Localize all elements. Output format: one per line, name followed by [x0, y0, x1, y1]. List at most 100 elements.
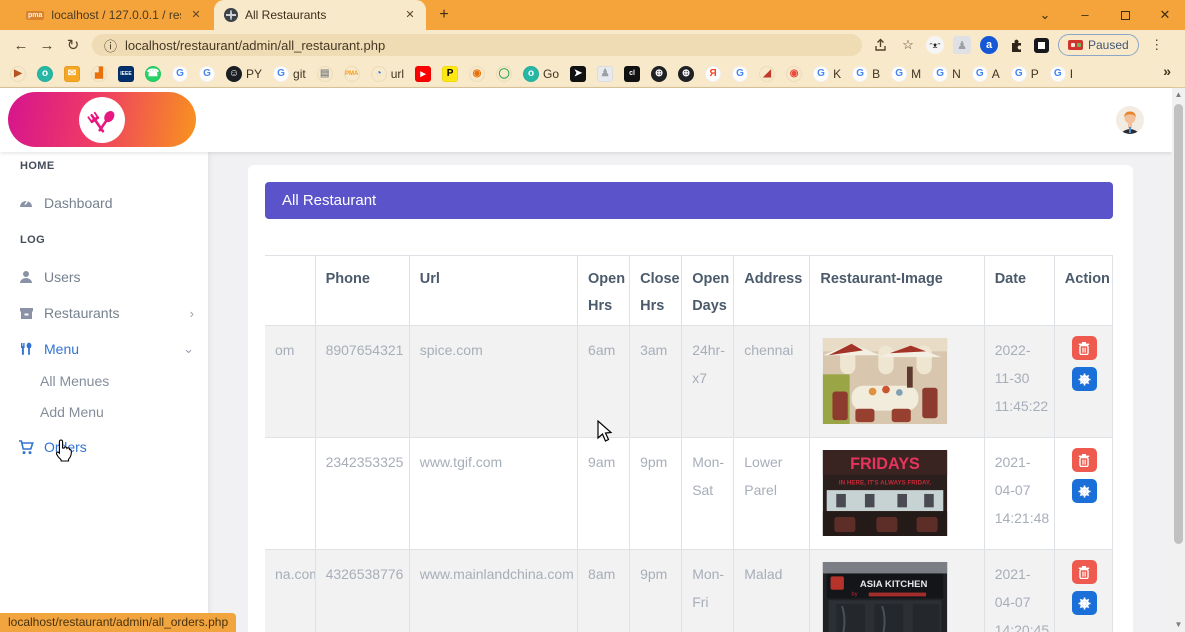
sidebar-item-dashboard[interactable]: Dashboard — [0, 188, 208, 218]
profile-avatar-icon[interactable] — [1034, 38, 1049, 53]
bookmark-item[interactable]: Я — [705, 66, 721, 82]
sidebar-item-orders[interactable]: Orders — [0, 432, 208, 462]
tab-all-restaurants[interactable]: All Restaurants ✕ — [214, 0, 426, 30]
bookmark-star-icon[interactable]: ☆ — [899, 36, 917, 54]
site-header — [0, 88, 1172, 152]
extensions-puzzle-icon[interactable] — [1007, 36, 1025, 54]
bookmark-item[interactable]: ▟ — [91, 66, 107, 82]
cell-email-fragment: om — [265, 326, 315, 438]
bookmark-item[interactable]: GM — [891, 66, 921, 82]
bookmark-item[interactable]: G — [732, 66, 748, 82]
col-close-hrs: Close Hrs — [630, 256, 682, 326]
bookmark-item[interactable]: ✉ — [64, 66, 80, 82]
bookmark-item[interactable]: cl — [624, 66, 640, 82]
bookmark-item[interactable]: o — [37, 66, 53, 82]
settings-button[interactable] — [1072, 591, 1097, 615]
scroll-down-icon[interactable]: ▼ — [1172, 618, 1185, 632]
cell-image: FRIDAYS IN HERE, IT'S ALWAYS FRIDAY. — [810, 438, 984, 550]
restaurants-table: Phone Url Open Hrs Close Hrs Open Days A… — [265, 255, 1113, 632]
paused-label: Paused — [1088, 38, 1129, 52]
tab-search-icon[interactable]: ⌄ — [1028, 0, 1062, 30]
reload-button[interactable]: ↻ — [60, 36, 86, 54]
col-image: Restaurant-Image — [810, 256, 984, 326]
bookmark-item[interactable]: ◉ — [786, 66, 802, 82]
cell-phone: 2342353325 — [315, 438, 409, 550]
bookmark-item[interactable]: GP — [1011, 66, 1039, 82]
bookmark-icon: ☎ — [145, 66, 161, 82]
sidebar-item-menu[interactable]: Menu ⌄ — [0, 334, 208, 364]
bookmark-item[interactable]: ♟ — [597, 66, 613, 82]
tab-phpmyadmin[interactable]: pma localhost / 127.0.0.1 / rest / admi … — [16, 0, 212, 30]
bookmark-item[interactable]: ⊕ — [678, 66, 694, 82]
menu-kebab-icon[interactable]: ⋮ — [1148, 36, 1166, 54]
delete-button[interactable] — [1072, 560, 1097, 584]
bookmark-item[interactable]: ☺PY — [226, 66, 262, 82]
tab-close-icon[interactable]: ✕ — [402, 7, 418, 23]
restaurant-logo[interactable] — [8, 92, 196, 147]
share-icon[interactable] — [872, 36, 890, 54]
store-icon — [18, 305, 34, 321]
address-bar[interactable]: ⓘ localhost/restaurant/admin/all_restaur… — [92, 34, 862, 56]
person-extension-icon[interactable]: ♟ — [953, 36, 971, 54]
sidebar-item-add-menu[interactable]: Add Menu — [0, 397, 208, 427]
sidebar-item-label: Menu — [44, 341, 79, 357]
bookmark-icon: ◔ — [371, 66, 387, 82]
delete-button[interactable] — [1072, 336, 1097, 360]
maximize-button[interactable] — [1108, 0, 1142, 30]
tab-close-icon[interactable]: ✕ — [188, 7, 204, 23]
bookmark-item[interactable]: oGo — [523, 66, 559, 82]
bookmark-item[interactable]: ▶ — [415, 66, 431, 82]
scroll-up-icon[interactable]: ▲ — [1172, 88, 1185, 102]
bookmark-item[interactable]: G — [172, 66, 188, 82]
bookmark-item[interactable]: Ggit — [273, 66, 306, 82]
page-title: All Restaurant — [265, 182, 1113, 219]
sidebar-item-all-menues[interactable]: All Menues — [0, 366, 208, 396]
puzzle-icon-svg — [1009, 38, 1024, 53]
bookmark-item[interactable]: ➤ — [570, 66, 586, 82]
bookmark-label: B — [872, 67, 880, 81]
back-button[interactable]: ← — [8, 37, 34, 54]
bookmark-item[interactable]: GB — [852, 66, 880, 82]
sidebar-section-home: HOME — [20, 160, 55, 172]
scrollbar-thumb[interactable] — [1174, 104, 1183, 544]
sidebar-item-restaurants[interactable]: Restaurants › — [0, 298, 208, 328]
bookmark-item[interactable]: ◉ — [469, 66, 485, 82]
bookmark-label: url — [391, 67, 404, 81]
bookmark-item[interactable]: G — [199, 66, 215, 82]
a-extension-icon[interactable]: a — [980, 36, 998, 54]
bookmark-label: git — [293, 67, 306, 81]
bookmark-item[interactable]: GA — [972, 66, 1000, 82]
paused-extension-button[interactable]: Paused — [1058, 34, 1139, 56]
bookmarks-overflow-icon[interactable]: » — [1163, 63, 1171, 79]
bookmark-item[interactable]: ⊕ — [651, 66, 667, 82]
delete-button[interactable] — [1072, 448, 1097, 472]
settings-button[interactable] — [1072, 367, 1097, 391]
close-window-button[interactable]: ✕ — [1148, 0, 1182, 30]
bookmark-item[interactable]: ☎ — [145, 66, 161, 82]
svg-text:by: by — [852, 591, 858, 597]
panda-extension-icon[interactable]: ᵔᴥᵔ — [926, 36, 944, 54]
bookmark-item[interactable]: ◔ url — [371, 66, 404, 82]
bookmark-item[interactable]: GI — [1050, 66, 1073, 82]
cell-days: Mon-Sat — [682, 438, 734, 550]
cell-close: 9pm — [630, 438, 682, 550]
bookmark-item[interactable]: P — [442, 66, 458, 82]
bookmark-item[interactable]: GN — [932, 66, 961, 82]
bookmark-item[interactable]: ▤ — [317, 66, 333, 82]
bookmark-item[interactable]: ◢ — [759, 66, 775, 82]
user-avatar[interactable] — [1116, 106, 1144, 134]
minimize-button[interactable]: – — [1068, 0, 1102, 30]
bookmark-item[interactable]: ◯ — [496, 66, 512, 82]
page-scrollbar[interactable]: ▲ ▼ — [1172, 88, 1185, 632]
settings-button[interactable] — [1072, 479, 1097, 503]
dashboard-icon — [18, 195, 34, 211]
bookmark-item[interactable]: ▶ — [10, 66, 26, 82]
sidebar-item-users[interactable]: Users — [0, 262, 208, 292]
bookmark-item[interactable]: IEEE — [118, 66, 134, 82]
forward-button[interactable]: → — [34, 37, 60, 54]
site-info-icon[interactable]: ⓘ — [104, 36, 117, 55]
bookmark-label: A — [992, 67, 1000, 81]
bookmark-item[interactable]: PMA — [344, 66, 360, 82]
bookmark-item[interactable]: GK — [813, 66, 841, 82]
new-tab-button[interactable]: + — [432, 3, 456, 27]
